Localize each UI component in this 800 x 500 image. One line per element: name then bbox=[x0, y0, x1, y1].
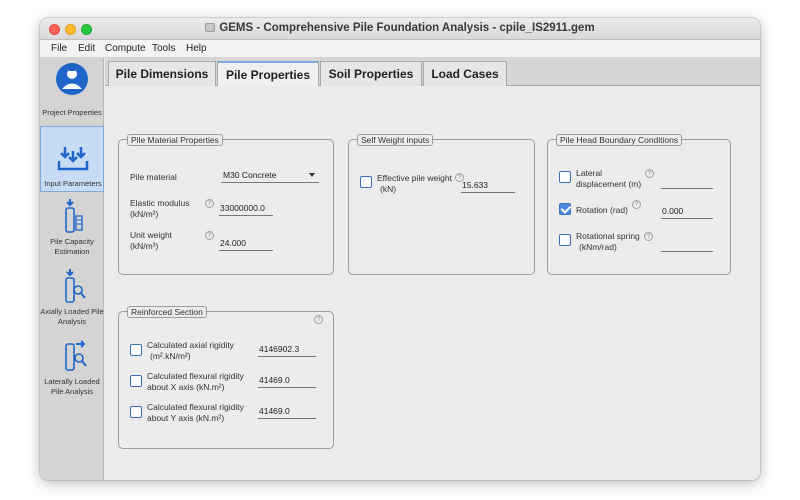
self-weight-legend: Self Weight inputs bbox=[357, 134, 434, 146]
download-arrows-icon bbox=[57, 147, 89, 171]
menu-bar: File Edit Compute Tools Help bbox=[40, 40, 760, 58]
rotational-spring-checkbox[interactable] bbox=[559, 234, 571, 246]
elastic-modulus-unit: (kN/m²) bbox=[130, 209, 159, 219]
main-content: Pile Dimensions Pile Properties Soil Pro… bbox=[105, 58, 760, 480]
pile-head-group: Pile Head Boundary Conditions Lateral di… bbox=[547, 134, 731, 275]
sidebar-item-laterally-loaded[interactable]: Laterally Loaded Pile Analysis bbox=[40, 334, 104, 400]
pile-head-legend: Pile Head Boundary Conditions bbox=[556, 134, 683, 146]
rotation-checkbox[interactable] bbox=[559, 203, 571, 215]
flexural-x-label: Calculated flexural rigidity bbox=[147, 371, 244, 381]
help-icon[interactable]: ? bbox=[205, 231, 214, 240]
axial-rigidity-field[interactable]: 4146902.3 bbox=[258, 342, 316, 357]
flexural-y-label: Calculated flexural rigidity bbox=[147, 402, 244, 412]
effective-weight-label: Effective pile weight bbox=[377, 173, 452, 183]
lateral-displacement-unit: displacement (m) bbox=[576, 179, 642, 189]
rotational-spring-label: Rotational spring bbox=[576, 231, 640, 241]
pile-lateral-arrow-icon bbox=[65, 340, 87, 371]
title-bar: GEMS - Comprehensive Pile Foundation Ana… bbox=[40, 18, 760, 40]
tab-pile-dimensions[interactable]: Pile Dimensions bbox=[108, 61, 216, 86]
app-window: GEMS - Comprehensive Pile Foundation Ana… bbox=[40, 18, 760, 480]
flexural-y-field[interactable]: 41469.0 bbox=[258, 404, 316, 419]
menu-compute[interactable]: Compute bbox=[105, 43, 146, 54]
rotational-spring-field[interactable] bbox=[661, 237, 713, 252]
help-icon[interactable]: ? bbox=[645, 169, 654, 178]
unit-weight-unit: (kN/m³) bbox=[130, 241, 159, 251]
sidebar-item-input-parameters[interactable]: Input Parameters bbox=[40, 126, 104, 192]
self-weight-group: Self Weight inputs Effective pile weight… bbox=[348, 134, 535, 275]
pile-magnifier-icon bbox=[65, 269, 86, 303]
unit-weight-field[interactable]: 24.000 bbox=[219, 236, 273, 251]
axial-rigidity-checkbox[interactable] bbox=[130, 344, 142, 356]
pile-material-legend: Pile Material Properties bbox=[127, 134, 223, 146]
rotation-label: Rotation (rad) bbox=[576, 205, 628, 215]
window-title: GEMS - Comprehensive Pile Foundation Ana… bbox=[219, 22, 595, 34]
tab-strip: Pile Dimensions Pile Properties Soil Pro… bbox=[105, 58, 760, 87]
window-title-wrap: GEMS - Comprehensive Pile Foundation Ana… bbox=[40, 22, 760, 34]
effective-weight-field[interactable]: 15.633 bbox=[461, 178, 515, 193]
pile-arrow-icon bbox=[65, 199, 83, 233]
sidebar-item-label: Pile Capacity Estimation bbox=[50, 237, 94, 256]
tab-pile-properties[interactable]: Pile Properties bbox=[217, 61, 319, 87]
pile-material-value: M30 Concrete bbox=[223, 170, 277, 180]
sidebar-item-label: Input Parameters bbox=[44, 179, 102, 188]
flexural-y-unit: about Y axis (kN.m²) bbox=[147, 413, 225, 423]
document-icon bbox=[205, 23, 216, 32]
axial-rigidity-label: Calculated axial rigidity bbox=[147, 340, 234, 350]
effective-weight-checkbox[interactable] bbox=[360, 176, 372, 188]
sidebar-item-label: Laterally Loaded Pile Analysis bbox=[44, 377, 100, 396]
lateral-displacement-checkbox[interactable] bbox=[559, 171, 571, 183]
menu-file[interactable]: File bbox=[51, 43, 67, 54]
tab-soil-properties[interactable]: Soil Properties bbox=[320, 61, 422, 86]
axial-rigidity-unit: (m².kN/m²) bbox=[150, 351, 191, 361]
effective-weight-unit: (kN) bbox=[380, 184, 397, 194]
menu-edit[interactable]: Edit bbox=[78, 43, 95, 54]
pile-material-group: Pile Material Properties Pile material M… bbox=[118, 134, 334, 275]
elastic-modulus-field[interactable]: 33000000.0 bbox=[219, 201, 273, 216]
sidebar-item-project-properties[interactable]: Project Properties bbox=[40, 58, 104, 124]
lateral-displacement-label: Lateral bbox=[576, 168, 602, 178]
pile-material-label: Pile material bbox=[130, 172, 177, 182]
flexural-x-field[interactable]: 41469.0 bbox=[258, 373, 316, 388]
help-icon[interactable]: ? bbox=[632, 200, 641, 209]
elastic-modulus-label: Elastic modulus bbox=[130, 198, 190, 208]
sidebar-item-label: Axially Loaded Pile Analysis bbox=[40, 307, 104, 326]
tab-load-cases[interactable]: Load Cases bbox=[423, 61, 507, 86]
help-icon[interactable]: ? bbox=[644, 232, 653, 241]
help-icon[interactable]: ? bbox=[205, 199, 214, 208]
reinforced-section-group: Reinforced Section ? Calculated axial ri… bbox=[118, 306, 334, 449]
sidebar-item-axially-loaded[interactable]: Axially Loaded Pile Analysis bbox=[40, 264, 104, 330]
menu-help[interactable]: Help bbox=[186, 43, 207, 54]
flexural-x-unit: about X axis (kN.m²) bbox=[147, 382, 225, 392]
sidebar: Project Properties Input Parameters Pile… bbox=[40, 58, 104, 480]
pile-material-select[interactable]: M30 Concrete bbox=[221, 168, 319, 183]
reinforced-section-legend: Reinforced Section bbox=[127, 306, 207, 318]
user-avatar-icon bbox=[56, 63, 88, 95]
rotational-spring-unit: (kNm/rad) bbox=[579, 242, 617, 252]
rotation-field[interactable]: 0.000 bbox=[661, 204, 713, 219]
sidebar-item-label: Project Properties bbox=[42, 108, 102, 117]
flexural-x-checkbox[interactable] bbox=[130, 375, 142, 387]
sidebar-item-pile-capacity[interactable]: Pile Capacity Estimation bbox=[40, 194, 104, 262]
pile-properties-panel: Pile Material Properties Pile material M… bbox=[105, 86, 760, 480]
help-icon[interactable]: ? bbox=[314, 315, 323, 324]
menu-tools[interactable]: Tools bbox=[152, 43, 175, 54]
unit-weight-label: Unit weight bbox=[130, 230, 173, 240]
flexural-y-checkbox[interactable] bbox=[130, 406, 142, 418]
lateral-displacement-field[interactable] bbox=[661, 174, 713, 189]
chevron-down-icon bbox=[309, 173, 315, 177]
